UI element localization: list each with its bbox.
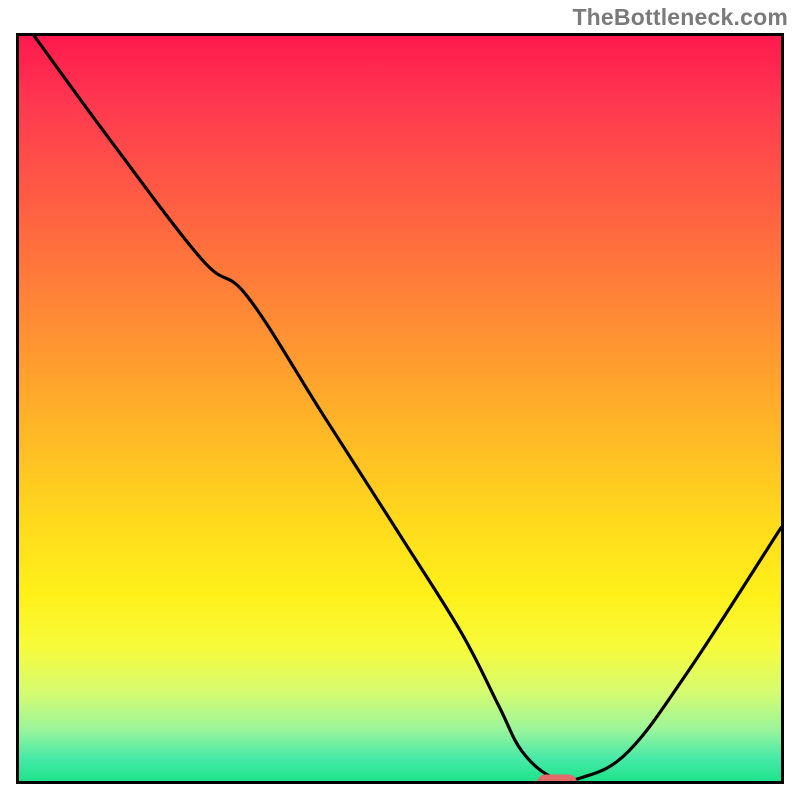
bottleneck-curve bbox=[34, 36, 781, 781]
watermark-text: TheBottleneck.com bbox=[572, 4, 788, 31]
optimal-marker bbox=[537, 775, 577, 784]
curve-svg bbox=[19, 36, 781, 781]
plot-area bbox=[16, 33, 784, 784]
chart-container: TheBottleneck.com bbox=[0, 0, 800, 800]
